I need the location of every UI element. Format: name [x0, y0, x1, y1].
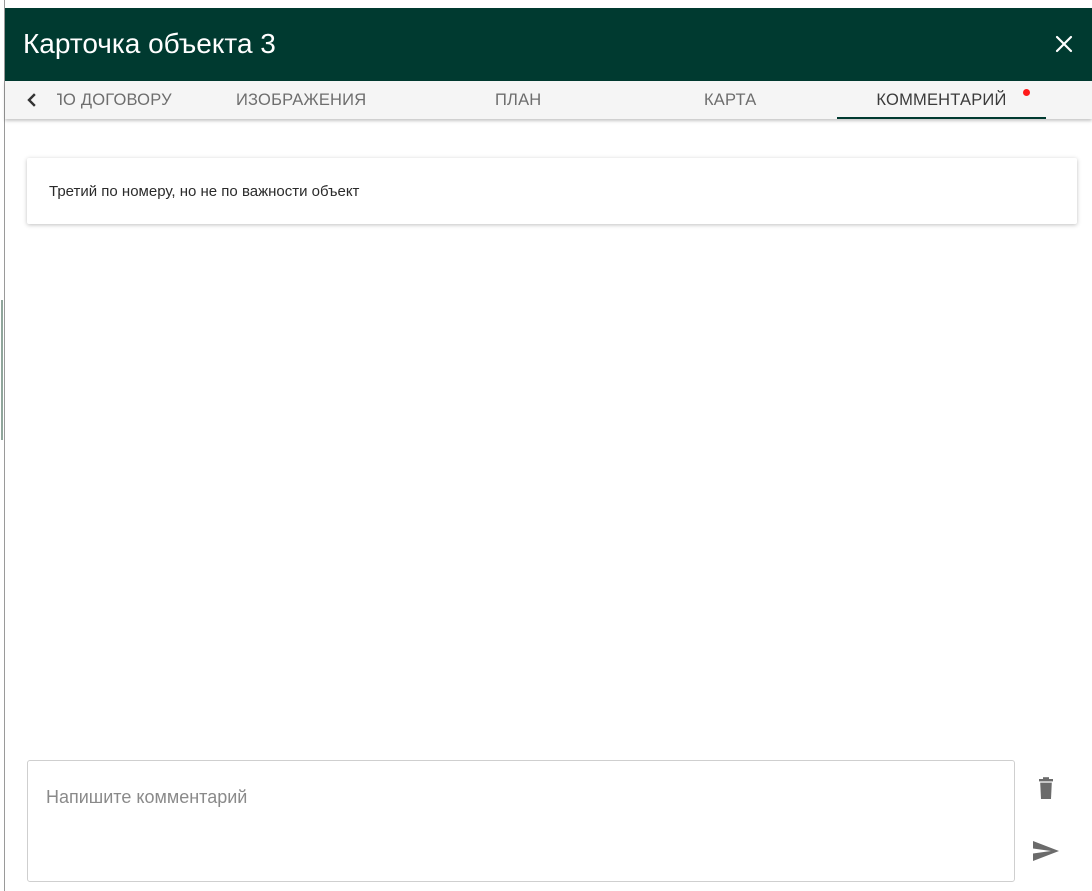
send-icon — [1033, 841, 1059, 861]
comment-input[interactable] — [28, 761, 1014, 881]
trash-icon — [1039, 777, 1053, 799]
page: Карточка объекта 3 ПО ДОГОВОРУ ИЗОБРАЖЕН… — [0, 0, 1092, 891]
tab-contract[interactable]: ПО ДОГОВОРУ — [57, 81, 203, 119]
close-icon — [1055, 35, 1073, 53]
notification-dot — [1023, 89, 1030, 96]
tab-images-label: ИЗОБРАЖЕНИЯ — [236, 91, 367, 109]
comment-card: Третий по номеру, но не по важности объе… — [27, 158, 1077, 224]
send-comment-button[interactable] — [1031, 836, 1061, 866]
delete-comment-button[interactable] — [1031, 773, 1061, 803]
tab-comments[interactable]: КОММЕНТАРИЙ — [837, 81, 1046, 119]
chevron-left-icon — [27, 93, 36, 107]
object-card-dialog: Карточка объекта 3 ПО ДОГОВОРУ ИЗОБРАЖЕН… — [5, 8, 1092, 891]
background-strip — [5, 0, 1092, 8]
tab-bar: ПО ДОГОВОРУ ИЗОБРАЖЕНИЯ ПЛАН КАРТА КОММЕ… — [5, 81, 1092, 119]
tab-comments-label: КОММЕНТАРИЙ — [876, 91, 1007, 109]
dialog-title: Карточка объекта 3 — [23, 28, 276, 59]
tab-contract-label: ПО ДОГОВОРУ — [57, 91, 172, 109]
active-tab-indicator — [837, 117, 1046, 119]
tab-scroll-left-button[interactable] — [19, 81, 45, 119]
tab-plan-label: ПЛАН — [495, 91, 542, 109]
comment-text: Третий по номеру, но не по важности объе… — [49, 183, 360, 200]
dialog-header: Карточка объекта 3 — [5, 8, 1092, 81]
window-edge-accent — [1, 300, 3, 440]
close-button[interactable] — [1048, 28, 1080, 60]
tab-map-label: КАРТА — [704, 91, 757, 109]
tab-images[interactable]: ИЗОБРАЖЕНИЯ — [236, 81, 366, 119]
comment-input-box — [27, 760, 1015, 882]
tab-plan[interactable]: ПЛАН — [495, 81, 541, 119]
tab-map[interactable]: КАРТА — [704, 81, 756, 119]
